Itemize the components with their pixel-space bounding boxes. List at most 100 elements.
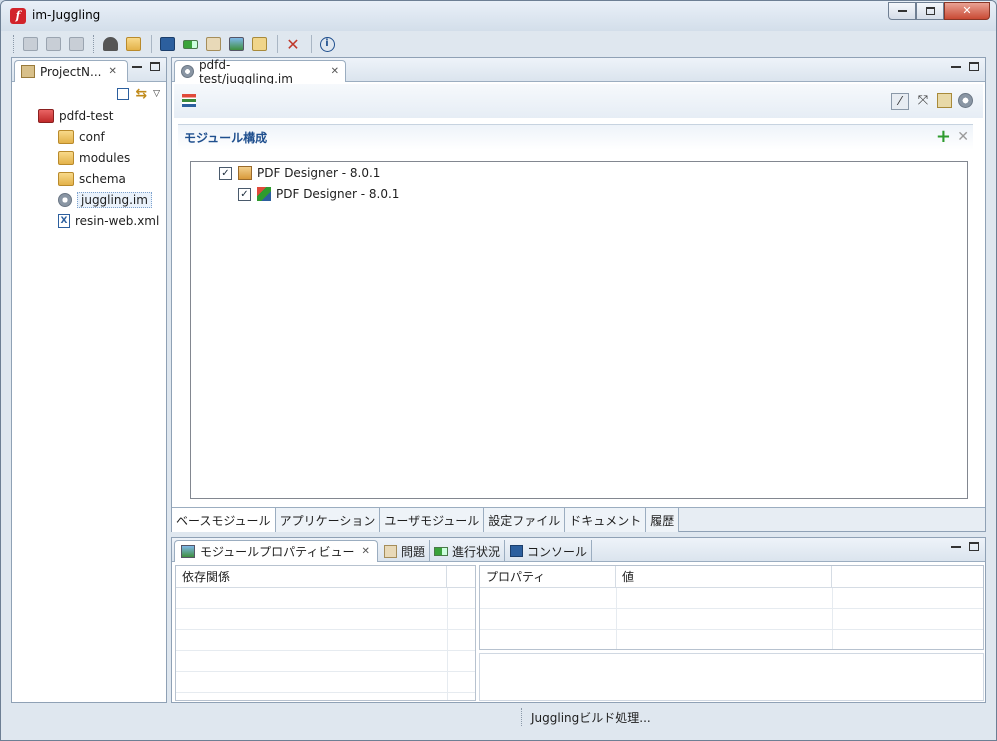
maximize-view-icon[interactable] <box>150 62 160 71</box>
collapse-all-icon[interactable] <box>117 88 130 100</box>
save-as-button[interactable] <box>43 34 63 54</box>
tools-button[interactable]: ✕ <box>283 34 303 54</box>
close-button[interactable]: ✕ <box>944 2 990 20</box>
maximize-view-icon[interactable] <box>969 62 979 71</box>
minimize-view-icon[interactable] <box>951 66 961 68</box>
maximize-button[interactable] <box>916 2 944 20</box>
module-checkbox[interactable]: ✓ <box>238 187 251 201</box>
table-row[interactable] <box>480 588 983 609</box>
module-row[interactable]: ✓ PDF Designer - 8.0.1 <box>238 184 399 204</box>
save-all-button[interactable] <box>66 34 86 54</box>
package-icon <box>238 166 252 180</box>
save-icon <box>22 37 38 51</box>
deploy-icon[interactable] <box>937 93 952 108</box>
image-button[interactable] <box>226 34 246 54</box>
table-row[interactable] <box>480 609 983 630</box>
close-tab-icon[interactable]: ✕ <box>331 66 339 77</box>
column-header-blank[interactable] <box>447 566 475 587</box>
tree-root[interactable]: pdfd-test <box>38 106 113 126</box>
tab-progress[interactable]: 進行状況 <box>430 540 506 562</box>
minimize-icon <box>897 10 907 12</box>
navigator-actions: ⇆ ▽ <box>117 86 160 102</box>
wand-icon[interactable]: ⁄ <box>891 93 909 110</box>
link-editor-icon[interactable]: ⇆ <box>135 86 147 102</box>
save-as-icon <box>45 37 61 51</box>
table-row[interactable] <box>176 609 475 630</box>
progress-button[interactable] <box>180 34 200 54</box>
tab-label: pdfd-test/juggling.im <box>198 57 293 86</box>
table-row[interactable] <box>176 672 475 693</box>
module-tree[interactable]: ✓ PDF Designer - 8.0.1 ✓ PDF Designer - … <box>190 161 968 499</box>
module-checkbox[interactable]: ✓ <box>219 166 232 180</box>
maximize-view-icon[interactable] <box>969 542 979 551</box>
problems-button[interactable] <box>203 34 223 54</box>
table-row[interactable] <box>176 651 475 672</box>
toolbar-separator-2 <box>277 35 278 53</box>
info-button[interactable]: i <box>317 34 337 54</box>
section-title: モジュール構成 <box>184 131 268 145</box>
tab-label: 問題 <box>401 544 426 559</box>
editor-page-tabs: ベースモジュール アプリケーション ユーザモジュール 設定ファイル ドキュメント… <box>172 507 985 532</box>
status-bar: Jugglingビルド処理... <box>1 704 996 730</box>
tree-item-modules[interactable]: modules <box>58 148 130 168</box>
column-header-value[interactable]: 値 <box>616 566 832 587</box>
tree-item-resin-web-xml[interactable]: X resin-web.xml <box>58 211 159 231</box>
tab-base-module[interactable]: ベースモジュール <box>172 508 276 532</box>
save-all-icon <box>68 37 84 51</box>
merge-icon[interactable]: ⤧ <box>915 93 931 109</box>
property-description-area[interactable] <box>479 653 984 701</box>
module-row[interactable]: ✓ PDF Designer - 8.0.1 <box>219 163 380 183</box>
tree-icon <box>21 65 35 78</box>
tree-item-label: juggling.im <box>77 192 152 208</box>
view-menu-icon[interactable]: ▽ <box>153 89 160 99</box>
minimize-view-icon[interactable] <box>951 546 961 548</box>
main-toolbar: ✕ i <box>9 32 989 56</box>
tab-document[interactable]: ドキュメント <box>565 508 647 532</box>
property-table[interactable]: プロパティ 値 <box>479 565 984 650</box>
build-button[interactable] <box>100 34 120 54</box>
column-header-dependency[interactable]: 依存関係 <box>176 566 447 587</box>
column-header-property[interactable]: プロパティ <box>480 566 616 587</box>
minimize-button[interactable] <box>888 2 916 20</box>
toolbar-grip-2[interactable] <box>93 35 96 53</box>
tab-application[interactable]: アプリケーション <box>275 508 381 532</box>
tab-project-navigator[interactable]: ProjectN... ✕ <box>14 60 128 82</box>
tab-problems[interactable]: 問題 <box>380 540 431 562</box>
add-icon[interactable]: + <box>936 128 951 146</box>
column-header-blank[interactable] <box>832 566 983 587</box>
tree-item-schema[interactable]: schema <box>58 169 126 189</box>
layers-icon[interactable] <box>182 94 196 107</box>
project-navigator-tabstrip: ProjectN... ✕ <box>12 58 166 82</box>
close-tab-icon[interactable]: ✕ <box>361 546 369 557</box>
save-button[interactable] <box>20 34 40 54</box>
tree-item-conf[interactable]: conf <box>58 127 105 147</box>
remove-icon[interactable]: ✕ <box>957 128 969 146</box>
tab-juggling-im[interactable]: pdfd-test/juggling.im ✕ <box>174 58 346 86</box>
folder-icon <box>58 130 74 144</box>
close-tab-icon[interactable]: ✕ <box>108 66 116 77</box>
image-icon <box>228 37 244 51</box>
tree-item-juggling-im[interactable]: juggling.im <box>58 190 152 210</box>
monitor-button[interactable] <box>157 34 177 54</box>
settings-icon[interactable] <box>958 93 973 108</box>
tab-config-file[interactable]: 設定ファイル <box>484 508 566 532</box>
tree-button[interactable] <box>249 34 269 54</box>
table-row[interactable] <box>176 630 475 651</box>
panel-controls <box>951 542 979 551</box>
table-row[interactable] <box>480 630 983 649</box>
open-folder-button[interactable] <box>123 34 143 54</box>
main-window: f im-Juggling ✕ ✕ i ProjectN... ✕ ⇆ ▽ pd… <box>0 0 997 741</box>
dependency-table[interactable]: 依存関係 <box>175 565 476 701</box>
minimize-view-icon[interactable] <box>132 66 142 68</box>
dependency-table-header: 依存関係 <box>176 566 475 588</box>
toolbar-separator-3 <box>311 35 312 53</box>
column-divider <box>832 588 833 649</box>
tab-user-module[interactable]: ユーザモジュール <box>380 508 485 532</box>
table-row[interactable] <box>176 588 475 609</box>
project-icon <box>38 109 54 123</box>
toolbar-grip[interactable] <box>13 35 16 53</box>
tab-history[interactable]: 履歴 <box>646 508 680 532</box>
tab-console[interactable]: コンソール <box>506 540 593 562</box>
tab-module-property-view[interactable]: モジュールプロパティビュー ✕ <box>174 540 378 562</box>
editor-actions: ⁄ ⤧ <box>891 93 973 110</box>
